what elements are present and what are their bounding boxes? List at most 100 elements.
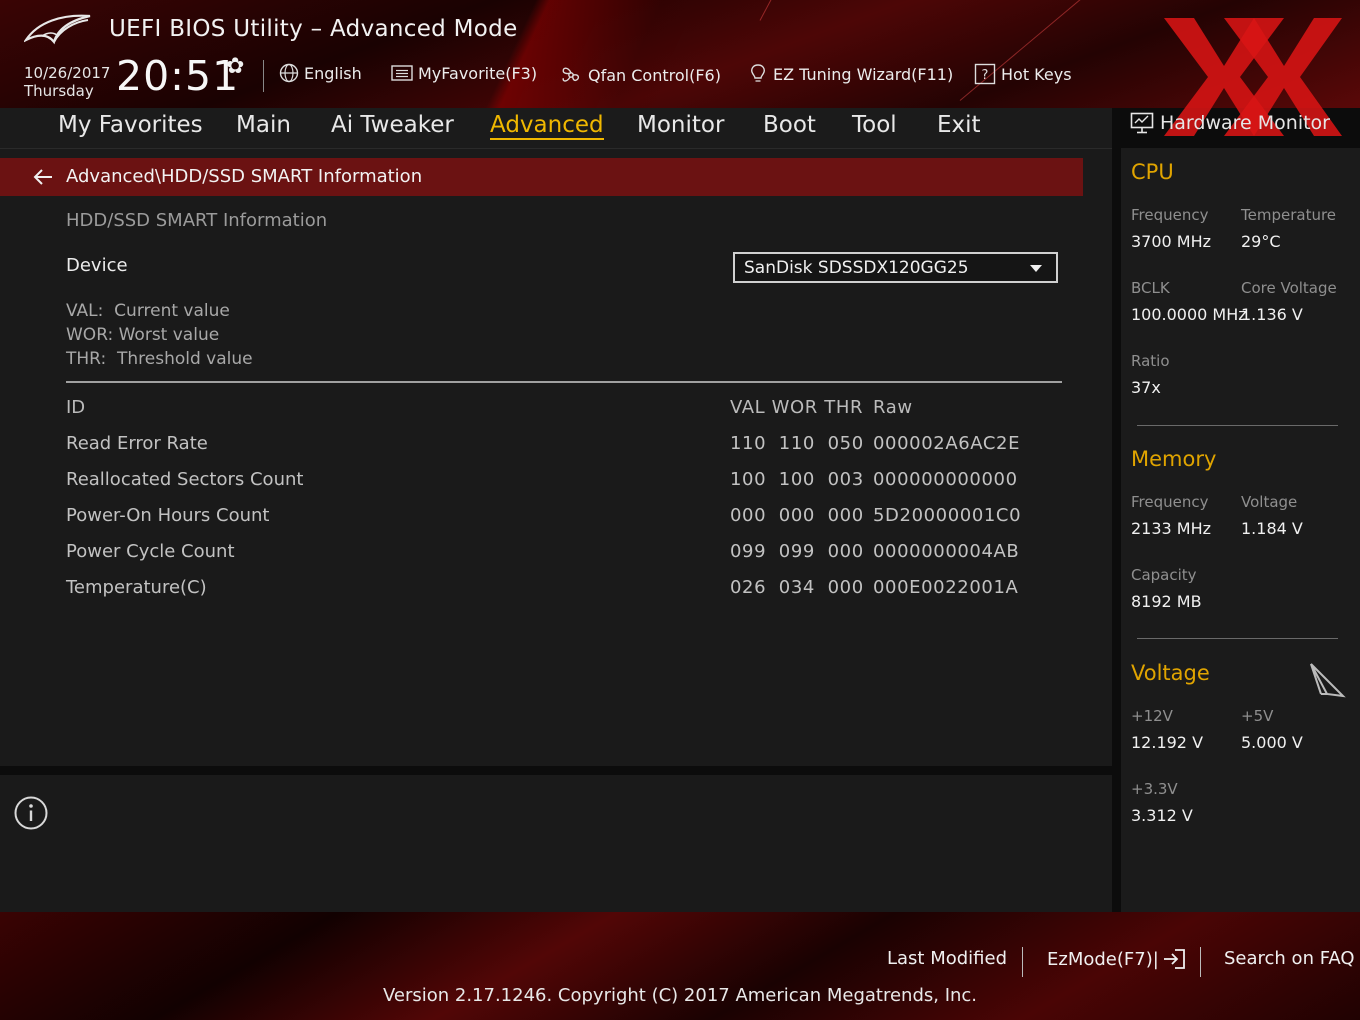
cpu-frequency-value: 3700 MHz [1131,232,1212,251]
language-label: English [304,63,362,83]
ratio-value: 37x [1131,378,1161,397]
section-title: HDD/SSD SMART Information [66,210,328,231]
tab-boot[interactable]: Boot [763,112,816,138]
hardware-monitor-header: Hardware Monitor [1130,112,1330,134]
tab-exit[interactable]: Exit [937,112,981,138]
tab-tool[interactable]: Tool [852,112,897,138]
attribute-name: Power-On Hours Count [66,505,270,526]
table-row: Power Cycle Count 099 099 000 0000000004… [0,541,1112,571]
capacity-value: 8192 MB [1131,592,1202,611]
cpu-temperature-label: Temperature [1241,206,1337,224]
memory-voltage-label: Voltage [1241,493,1298,511]
divider [1137,425,1338,426]
attribute-name: Power Cycle Count [66,541,235,562]
day-text: Thursday [24,82,94,100]
attribute-name: Temperature(C) [66,577,207,598]
last-modified-button[interactable]: Last Modified [887,948,1007,969]
attribute-values: 000 000 000 [730,505,864,526]
core-voltage-label: Core Voltage [1241,279,1337,297]
date-text: 10/26/2017 [24,64,111,82]
myfavorite-button[interactable]: MyFavorite(F3) [391,63,537,83]
legend-thr: THR: Threshold value [66,349,253,369]
info-icon [14,796,48,830]
decor-streak [759,0,827,21]
tab-ai-tweaker[interactable]: Ai Tweaker [331,112,454,138]
ratio-label: Ratio [1131,352,1170,370]
exit-arrow-icon [1163,949,1185,969]
tab-main[interactable]: Main [236,112,291,138]
gear-icon[interactable]: ✿ [226,54,244,79]
attribute-raw: 5D20000001C0 [873,505,1022,526]
attribute-raw: 000E0022001A [873,577,1019,598]
memory-section-title: Memory [1131,447,1217,471]
header-raw: Raw [873,397,913,418]
lightbulb-icon [751,64,765,82]
search-faq-button[interactable]: Search on FAQ [1224,948,1355,969]
device-dropdown-value: SanDisk SDSSDX120GG25 [744,258,969,278]
v5-label: +5V [1241,707,1274,725]
hotkeys-button[interactable]: ? Hot Keys [974,63,1072,85]
divider [263,60,264,92]
help-panel [0,775,1112,912]
last-modified-label: Last Modified [887,948,1008,969]
ezmode-button[interactable]: EzMode(F7)| [1047,948,1187,970]
bclk-value: 100.0000 MHz [1131,305,1247,324]
breadcrumb-path: Advanced\HDD/SSD SMART Information [66,166,423,187]
date-display: 10/26/2017 Thursday [24,64,110,100]
qfan-button[interactable]: Qfan Control(F6) [559,63,721,87]
attribute-name: Reallocated Sectors Count [66,469,304,490]
table-row: Power-On Hours Count 000 000 000 5D20000… [0,505,1112,535]
bclk-label: BCLK [1131,279,1170,297]
ezmode-label: EzMode(F7)| [1047,948,1159,970]
voltage-section-title: Voltage [1131,661,1210,685]
ez-tuning-label: EZ Tuning Wizard(F11) [773,64,954,84]
cpu-temperature-value: 29°C [1241,232,1281,251]
tab-advanced[interactable]: Advanced [490,112,604,140]
attribute-raw: 0000000004AB [873,541,1020,562]
table-header: ID VAL WOR THR Raw [0,397,1112,427]
breadcrumb: Advanced\HDD/SSD SMART Information [0,158,1083,196]
divider [1200,947,1201,977]
svg-text:?: ? [982,68,989,83]
memory-frequency-value: 2133 MHz [1131,519,1212,538]
v33-label: +3.3V [1131,780,1178,798]
globe-icon [279,63,299,83]
device-dropdown[interactable]: SanDisk SDSSDX120GG25 [733,252,1058,283]
memory-frequency-label: Frequency [1131,493,1209,511]
divider [1022,947,1023,977]
tab-monitor[interactable]: Monitor [637,112,724,138]
ez-tuning-button[interactable]: EZ Tuning Wizard(F11) [748,63,953,85]
attribute-raw: 000000000000 [873,469,1018,490]
device-label: Device [66,255,128,276]
attribute-raw: 000002A6AC2E [873,433,1021,454]
attribute-values: 026 034 000 [730,577,864,598]
memory-voltage-value: 1.184 V [1241,519,1303,538]
app-title: UEFI BIOS Utility – Advanced Mode [109,16,518,42]
hardware-monitor-title: Hardware Monitor [1160,112,1330,134]
v33-value: 3.312 V [1131,806,1193,825]
attribute-values: 100 100 003 [730,469,864,490]
language-button[interactable]: English [279,63,362,83]
table-row: Temperature(C) 026 034 000 000E0022001A [0,577,1112,607]
capacity-label: Capacity [1131,566,1197,584]
header-id: ID [66,397,86,418]
version-text: Version 2.17.1246. Copyright (C) 2017 Am… [382,985,978,1006]
core-voltage-value: 1.136 V [1241,305,1303,324]
fan-icon [562,67,580,82]
v12-value: 12.192 V [1131,733,1204,752]
attribute-values: 099 099 000 [730,541,864,562]
attribute-name: Read Error Rate [66,433,208,454]
table-row: Read Error Rate 110 110 050 000002A6AC2E [0,433,1112,463]
back-arrow-icon[interactable] [30,164,56,190]
clock-time: 20:51 [116,52,240,100]
help-key-icon: ? [974,63,996,85]
cpu-frequency-label: Frequency [1131,206,1209,224]
tab-my-favorites[interactable]: My Favorites [58,112,203,138]
legend-wor: WOR: Worst value [66,325,220,345]
rog-logo-icon [24,14,91,45]
divider [1137,638,1338,639]
legend-val: VAL: Current value [66,301,230,321]
v12-label: +12V [1131,707,1173,725]
v5-value: 5.000 V [1241,733,1303,752]
cpu-section-title: CPU [1131,160,1174,184]
